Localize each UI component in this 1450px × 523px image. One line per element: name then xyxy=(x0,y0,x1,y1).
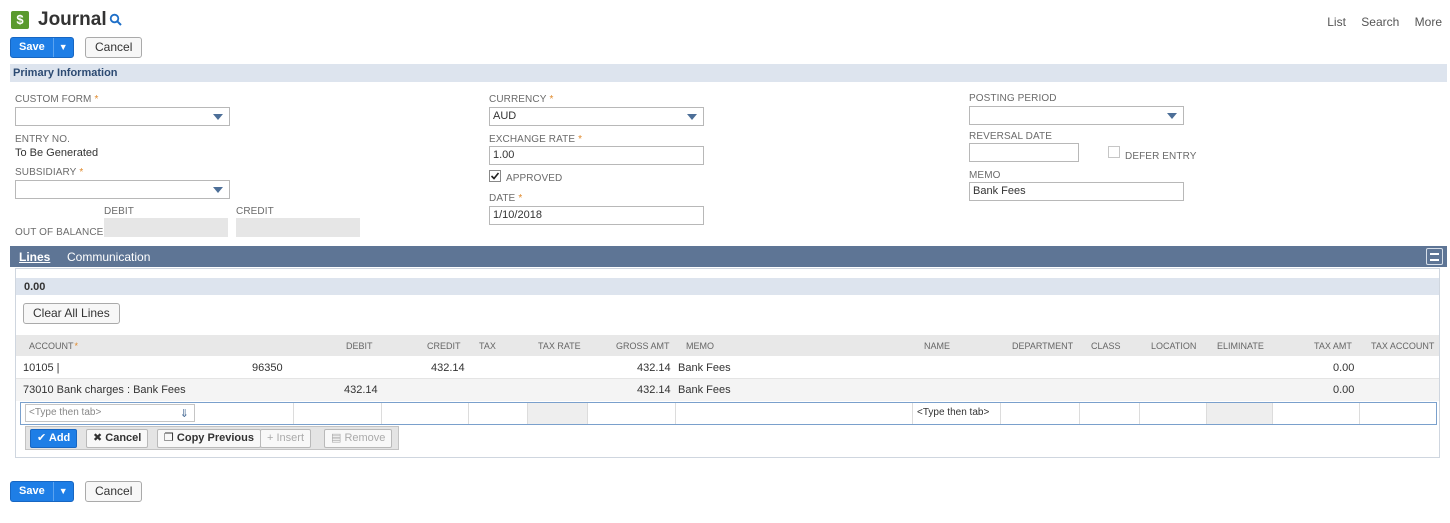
col-debit[interactable]: DEBIT xyxy=(346,341,373,351)
insert-line-button[interactable]: + Insert xyxy=(260,429,311,448)
page-title: Journal xyxy=(38,9,107,30)
search-link[interactable]: Search xyxy=(1361,15,1399,29)
cancel-button[interactable]: Cancel xyxy=(85,37,143,58)
trash-icon: ▤ xyxy=(331,432,345,444)
remove-line-button[interactable]: ▤ Remove xyxy=(324,429,393,448)
table-row[interactable]: 73010 Bank charges : Bank Fees 432.14 43… xyxy=(16,379,1439,401)
col-credit[interactable]: CREDIT xyxy=(427,341,461,351)
lines-panel: 0.00 Clear All Lines ACCOUNT* DEBIT CRED… xyxy=(15,268,1440,458)
col-tax[interactable]: TAX xyxy=(479,341,496,351)
row-account-extra: 96350 xyxy=(252,362,283,374)
row-debit: 432.14 xyxy=(344,384,378,396)
close-icon: ✖ xyxy=(93,432,106,444)
currency-label: CURRENCY * xyxy=(489,94,554,105)
col-class[interactable]: CLASS xyxy=(1091,341,1121,351)
primary-information-header[interactable]: Primary Information xyxy=(10,64,1447,82)
checkmark-icon xyxy=(490,172,500,180)
search-icon[interactable] xyxy=(109,13,123,27)
lines-total-value: 0.00 xyxy=(24,281,46,293)
col-department[interactable]: DEPARTMENT xyxy=(1012,341,1073,351)
tab-lines[interactable]: Lines xyxy=(19,250,50,264)
account-edit-select[interactable]: <Type then tab> ⇓ xyxy=(25,404,195,422)
row-memo: Bank Fees xyxy=(678,384,731,396)
row-credit: 432.14 xyxy=(431,362,465,374)
col-eliminate[interactable]: ELIMINATE xyxy=(1217,341,1264,351)
memo-label: MEMO xyxy=(969,170,1001,181)
lines-total-bar: 0.00 xyxy=(16,278,1439,295)
defer-entry-checkbox[interactable] xyxy=(1108,146,1120,158)
col-tax-rate[interactable]: TAX RATE xyxy=(538,341,581,351)
custom-form-label: CUSTOM FORM * xyxy=(15,94,99,105)
exchange-rate-input[interactable]: 1.00 xyxy=(489,146,704,165)
name-edit-cell[interactable]: <Type then tab> xyxy=(917,407,989,418)
more-link[interactable]: More xyxy=(1415,15,1442,29)
credit-label: CREDIT xyxy=(236,206,274,217)
row-account: 10105 | xyxy=(23,362,60,374)
copy-icon: ❐ xyxy=(164,432,177,444)
top-links: List Search More xyxy=(1315,15,1442,29)
chevron-down-icon xyxy=(687,114,697,120)
cancel-line-button[interactable]: ✖ Cancel xyxy=(86,429,149,448)
exchange-rate-label: EXCHANGE RATE * xyxy=(489,134,583,145)
row-memo: Bank Fees xyxy=(678,362,731,374)
date-input[interactable]: 1/10/2018 xyxy=(489,206,704,225)
row-tax-amt: 0.00 xyxy=(1333,362,1355,374)
reversal-date-label: REVERSAL DATE xyxy=(969,131,1052,142)
journal-icon: $ xyxy=(11,11,29,29)
save-menu-chevron-icon[interactable]: ▼ xyxy=(52,38,73,57)
check-icon: ✔ xyxy=(37,432,49,444)
custom-form-select[interactable] xyxy=(15,107,230,126)
table-row[interactable]: 10105 | 96350 432.14 432.14 Bank Fees 0.… xyxy=(16,357,1439,379)
col-tax-account[interactable]: TAX ACCOUNT xyxy=(1371,341,1434,351)
reversal-date-input[interactable] xyxy=(969,143,1079,162)
entry-no-label: ENTRY NO. xyxy=(15,134,70,145)
chevron-down-icon xyxy=(1167,113,1177,119)
entry-no-value: To Be Generated xyxy=(15,147,99,159)
col-tax-amt[interactable]: TAX AMT xyxy=(1314,341,1352,351)
col-memo[interactable]: MEMO xyxy=(686,341,714,351)
eliminate-edit-cell xyxy=(1206,403,1272,424)
posting-period-select[interactable] xyxy=(969,106,1184,125)
col-location[interactable]: LOCATION xyxy=(1151,341,1196,351)
col-gross-amt[interactable]: GROSS AMT xyxy=(616,341,670,351)
add-line-button[interactable]: ✔ Add xyxy=(30,429,78,448)
row-account: 73010 Bank charges : Bank Fees xyxy=(23,384,186,396)
save-button-bottom[interactable]: Save ▼ xyxy=(10,481,74,502)
date-label: DATE * xyxy=(489,193,523,204)
line-action-bar: ✔ Add ✖ Cancel ❐ Copy Previous + Insert … xyxy=(25,426,399,450)
credit-total-field xyxy=(236,218,360,237)
posting-period-label: POSTING PERIOD xyxy=(969,93,1057,104)
clear-all-lines-button[interactable]: Clear All Lines xyxy=(23,303,120,324)
copy-previous-button[interactable]: ❐ Copy Previous xyxy=(157,429,261,448)
row-gross-amt: 432.14 xyxy=(637,384,671,396)
memo-input[interactable]: Bank Fees xyxy=(969,182,1184,201)
lines-table-header: ACCOUNT* DEBIT CREDIT TAX TAX RATE GROSS… xyxy=(16,335,1439,356)
col-name[interactable]: NAME xyxy=(924,341,950,351)
currency-select[interactable]: AUD xyxy=(489,107,704,126)
defer-entry-label: DEFER ENTRY xyxy=(1125,151,1197,162)
approved-checkbox[interactable] xyxy=(489,170,501,182)
approved-label: APPROVED xyxy=(506,173,563,184)
double-chevron-down-icon[interactable]: ⇓ xyxy=(180,406,189,422)
col-account[interactable]: ACCOUNT* xyxy=(29,341,78,351)
debit-label: DEBIT xyxy=(104,206,134,217)
row-tax-amt: 0.00 xyxy=(1333,384,1355,396)
row-gross-amt: 432.14 xyxy=(637,362,671,374)
debit-total-field xyxy=(104,218,228,237)
cancel-button-bottom[interactable]: Cancel xyxy=(85,481,143,502)
save-menu-chevron-icon[interactable]: ▼ xyxy=(52,482,73,501)
chevron-down-icon xyxy=(213,114,223,120)
edit-line-row[interactable]: <Type then tab> ⇓ <Type then tab> xyxy=(20,402,1437,425)
chevron-down-icon xyxy=(213,187,223,193)
subsidiary-select[interactable] xyxy=(15,180,230,199)
list-link[interactable]: List xyxy=(1327,15,1346,29)
save-button[interactable]: Save ▼ xyxy=(10,37,74,58)
subsidiary-label: SUBSIDIARY * xyxy=(15,167,84,178)
tab-communication[interactable]: Communication xyxy=(67,250,150,264)
layout-toggle-icon[interactable] xyxy=(1426,248,1443,265)
subtab-bar: Lines Communication xyxy=(10,246,1447,267)
tax-rate-edit-cell xyxy=(527,403,587,424)
